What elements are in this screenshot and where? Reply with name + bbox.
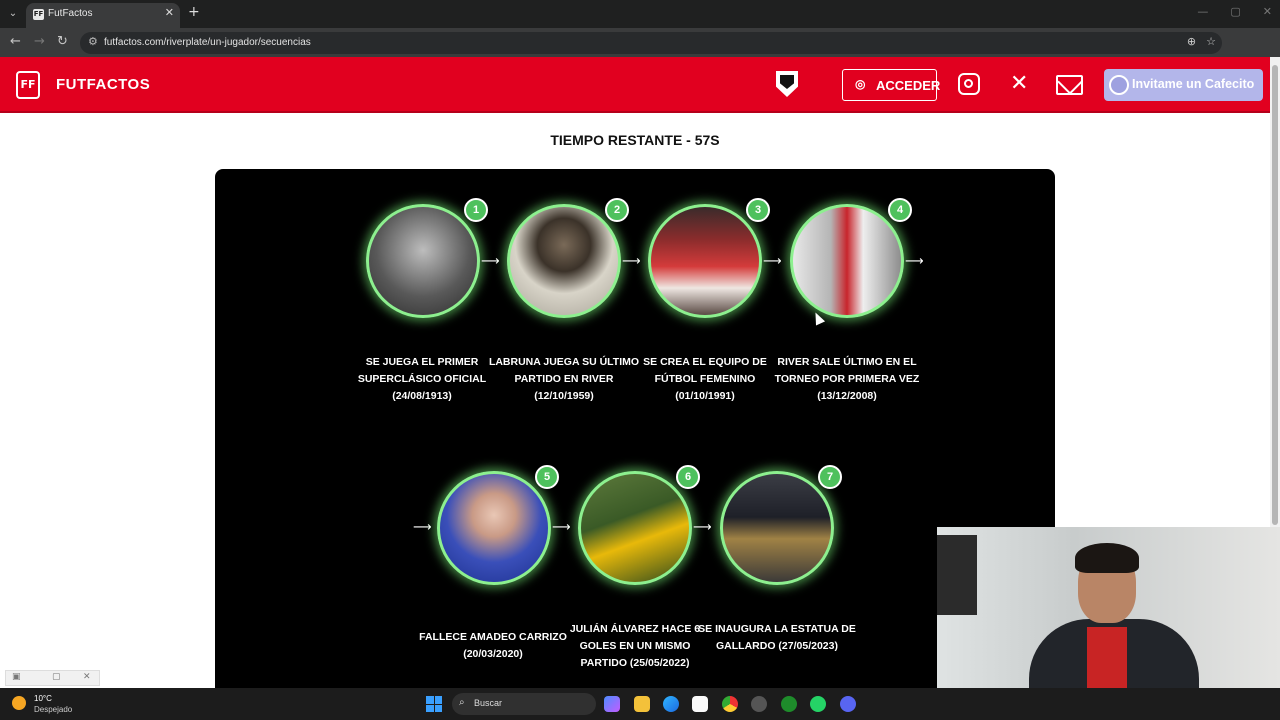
event-card-2[interactable]: 2 [507, 198, 629, 318]
address-bar-row: ← → ↻ ⚙ futfactos.com/riverplate/un-juga… [0, 28, 1280, 77]
url-text: futfactos.com/riverplate/un-jugador/secu… [104, 37, 311, 48]
event-caption-1: SE JUEGA EL PRIMER SUPERCLÁSICO OFICIAL … [357, 356, 487, 402]
event-caption-4: RIVER SALE ÚLTIMO EN EL TORNEO POR PRIME… [774, 356, 920, 402]
login-label: ACCEDER [876, 78, 941, 93]
login-button[interactable]: ◎ ACCEDER [842, 69, 941, 101]
search-label: Buscar [474, 698, 503, 708]
weather-status: Despejado [34, 705, 73, 714]
arrow-right-icon: ⟶ [481, 254, 500, 269]
arrow-right-icon: ⟶ [693, 520, 712, 535]
user-icon: ◎ [855, 77, 866, 91]
reload-icon[interactable]: ↻ [57, 34, 68, 49]
arrow-right-icon: ⟶ [552, 520, 571, 535]
tab-title: FutFactos [48, 8, 93, 19]
new-tab-icon[interactable]: + [188, 4, 200, 20]
order-badge: 6 [676, 465, 700, 489]
event-card-6[interactable]: 6 [578, 465, 700, 585]
minimize-icon[interactable]: — [1197, 5, 1208, 18]
site-info-icon[interactable]: ⚙ [88, 35, 98, 48]
bookmark-star-icon[interactable]: ☆ [1206, 35, 1216, 48]
countdown-timer: TIEMPO RESTANTE - 57S [550, 132, 720, 148]
windows-taskbar: 10°C Despejado ⌕ Buscar [0, 688, 1280, 720]
event-card-5[interactable]: 5 [437, 465, 559, 585]
event-photo [437, 471, 551, 585]
search-icon: ⌕ [459, 697, 465, 708]
wall-poster [937, 535, 977, 615]
whatsapp-icon[interactable] [810, 696, 826, 712]
obs-icon[interactable] [751, 696, 767, 712]
sequence-panel: 1 ⟶ 2 ⟶ 3 ⟶ 4 ⟶ SE JUEGA EL PRIMER SUPER… [215, 169, 1055, 688]
event-card-4[interactable]: 4 [790, 198, 912, 318]
cafecito-label: Invitame un Cafecito [1132, 77, 1255, 91]
close-tab-icon[interactable]: ✕ [165, 6, 174, 19]
start-icon[interactable] [426, 696, 442, 712]
club-shield-icon[interactable] [776, 71, 798, 97]
event-caption-7: SE INAUGURA LA ESTATUA DE GALLARDO (27/0… [698, 623, 856, 652]
taskbar-search[interactable]: ⌕ Buscar [452, 693, 596, 715]
scrollbar-thumb[interactable] [1272, 65, 1278, 525]
instagram-icon[interactable] [958, 73, 980, 95]
event-photo [648, 204, 762, 318]
browser-tab[interactable]: FF FutFactos ✕ [26, 3, 180, 28]
favicon-icon: FF [33, 9, 44, 20]
restore-icon[interactable]: ▢ [52, 672, 61, 682]
zoom-icon[interactable]: ⊕ [1187, 35, 1196, 48]
event-photo [790, 204, 904, 318]
event-caption-3: SE CREA EL EQUIPO DE FÚTBOL FEMENINO (01… [643, 356, 767, 402]
cafecito-button[interactable]: Invitame un Cafecito [1104, 69, 1263, 101]
floating-mini-window[interactable]: ▣ ▢ ✕ [5, 670, 100, 686]
tab-list-chevron-icon[interactable]: ⌄ [4, 5, 22, 23]
event-photo [366, 204, 480, 318]
event-photo [720, 471, 834, 585]
streamer-hair [1075, 543, 1139, 573]
event-caption-2: LABRUNA JUEGA SU ÚLTIMO PARTIDO EN RIVER… [488, 356, 640, 402]
close-icon[interactable]: ✕ [83, 672, 91, 682]
arrow-right-icon: ⟶ [413, 520, 432, 535]
brand-name[interactable]: FUTFACTOS [56, 76, 150, 93]
event-card-1[interactable]: 1 [366, 198, 488, 318]
file-explorer-icon[interactable] [634, 696, 650, 712]
event-caption-5: FALLECE AMADEO CARRIZO (20/03/2020) [419, 631, 567, 660]
edge-icon[interactable] [663, 696, 679, 712]
chrome-icon[interactable] [722, 696, 738, 712]
window-controls: — ▢ ✕ [1197, 5, 1272, 18]
sun-icon [12, 696, 26, 710]
order-badge: 7 [818, 465, 842, 489]
store-icon[interactable] [692, 696, 708, 712]
order-badge: 3 [746, 198, 770, 222]
url-field[interactable]: ⚙ futfactos.com/riverplate/un-jugador/se… [80, 32, 1222, 54]
forward-icon[interactable]: → [34, 34, 45, 49]
maximize-icon[interactable]: ▢ [1230, 5, 1240, 18]
event-photo [578, 471, 692, 585]
event-caption-6: JULIÁN ÁLVAREZ HACE 6 GOLES EN UN MISMO … [569, 623, 701, 669]
event-photo [507, 204, 621, 318]
mail-icon[interactable] [1056, 75, 1083, 95]
event-card-3[interactable]: 3 [648, 198, 770, 318]
window-icon: ▣ [12, 672, 21, 682]
x-twitter-icon[interactable]: ✕ [1010, 73, 1028, 95]
temperature: 10°C [34, 694, 52, 703]
event-card-7[interactable]: 7 [720, 465, 842, 585]
arrow-right-icon: ⟶ [622, 254, 641, 269]
order-badge: 2 [605, 198, 629, 222]
order-badge: 1 [464, 198, 488, 222]
discord-icon[interactable] [840, 696, 856, 712]
order-badge: 5 [535, 465, 559, 489]
arrow-right-icon: ⟶ [905, 254, 924, 269]
streamer-shirt [1087, 627, 1127, 688]
order-badge: 4 [888, 198, 912, 222]
webcam-overlay [937, 527, 1280, 688]
copilot-icon[interactable] [604, 696, 620, 712]
xbox-icon[interactable] [781, 696, 797, 712]
back-icon[interactable]: ← [10, 34, 21, 49]
site-logo[interactable]: FF [16, 71, 40, 99]
coffee-icon [1109, 75, 1129, 95]
browser-tab-strip: ⌄ FF FutFactos ✕ + — ▢ ✕ [0, 0, 1280, 28]
arrow-right-icon: ⟶ [763, 254, 782, 269]
window-close-icon[interactable]: ✕ [1263, 5, 1272, 18]
site-header: FF FUTFACTOS ◎ ACCEDER ✕ Invitame un Caf… [0, 57, 1270, 113]
